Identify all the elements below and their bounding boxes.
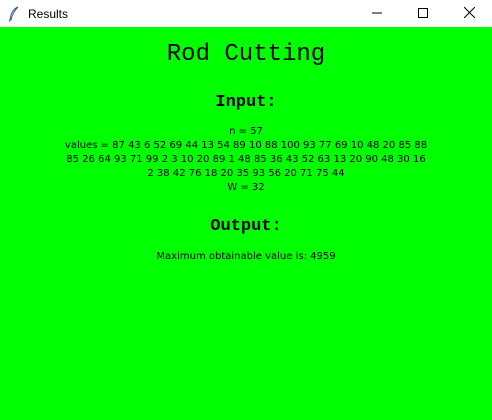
results-window: Results Rod Cutting Input: n = 57 values…	[0, 0, 492, 420]
feather-icon	[4, 4, 24, 24]
values-line-1: values = 87 43 6 52 69 44 13 54 89 10 88…	[64, 140, 428, 151]
input-details: n = 57 values = 87 43 6 52 69 44 13 54 8…	[0, 125, 492, 195]
output-heading: Output:	[210, 217, 282, 236]
close-button[interactable]	[446, 0, 492, 27]
output-details: Maximum obtainable value is: 4959	[0, 250, 492, 264]
input-heading: Input:	[215, 93, 277, 112]
window-content: Rod Cutting Input: n = 57 values = 87 43…	[0, 27, 492, 420]
values-line-3: 2 38 42 76 18 20 35 93 56 20 71 75 44	[147, 168, 345, 179]
maximize-icon	[418, 7, 428, 21]
n-value-label: n = 57	[229, 126, 263, 137]
w-value-label: W = 32	[227, 182, 265, 193]
title-bar[interactable]: Results	[0, 0, 492, 27]
minimize-button[interactable]	[354, 0, 400, 27]
close-icon	[463, 6, 475, 21]
values-line-2: 85 26 64 93 71 99 2 3 10 20 89 1 48 85 3…	[66, 154, 426, 165]
page-title: Rod Cutting	[166, 41, 326, 68]
minimize-icon	[372, 7, 382, 21]
result-label: Maximum obtainable value is: 4959	[156, 251, 336, 262]
window-title: Results	[28, 6, 69, 21]
maximize-button[interactable]	[400, 0, 446, 27]
